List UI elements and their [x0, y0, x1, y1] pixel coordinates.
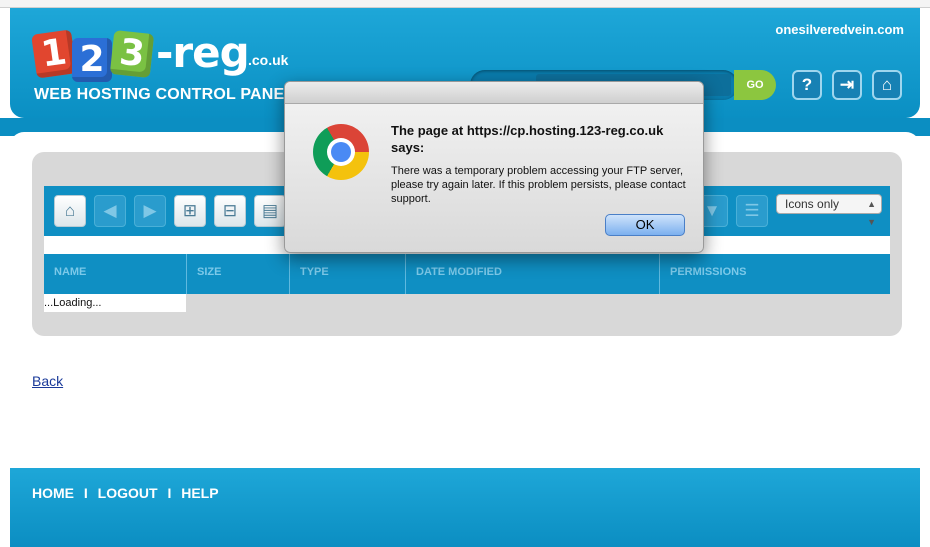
ok-button[interactable]: OK	[605, 214, 685, 236]
chrome-icon	[313, 124, 369, 180]
modal-overlay: The page at https://cp.hosting.123-reg.c…	[0, 0, 930, 547]
dialog-title: The page at https://cp.hosting.123-reg.c…	[391, 123, 664, 155]
dialog-message: There was a temporary problem accessing …	[391, 165, 686, 205]
dialog-titlebar[interactable]	[285, 82, 703, 104]
alert-dialog: The page at https://cp.hosting.123-reg.c…	[284, 81, 704, 253]
